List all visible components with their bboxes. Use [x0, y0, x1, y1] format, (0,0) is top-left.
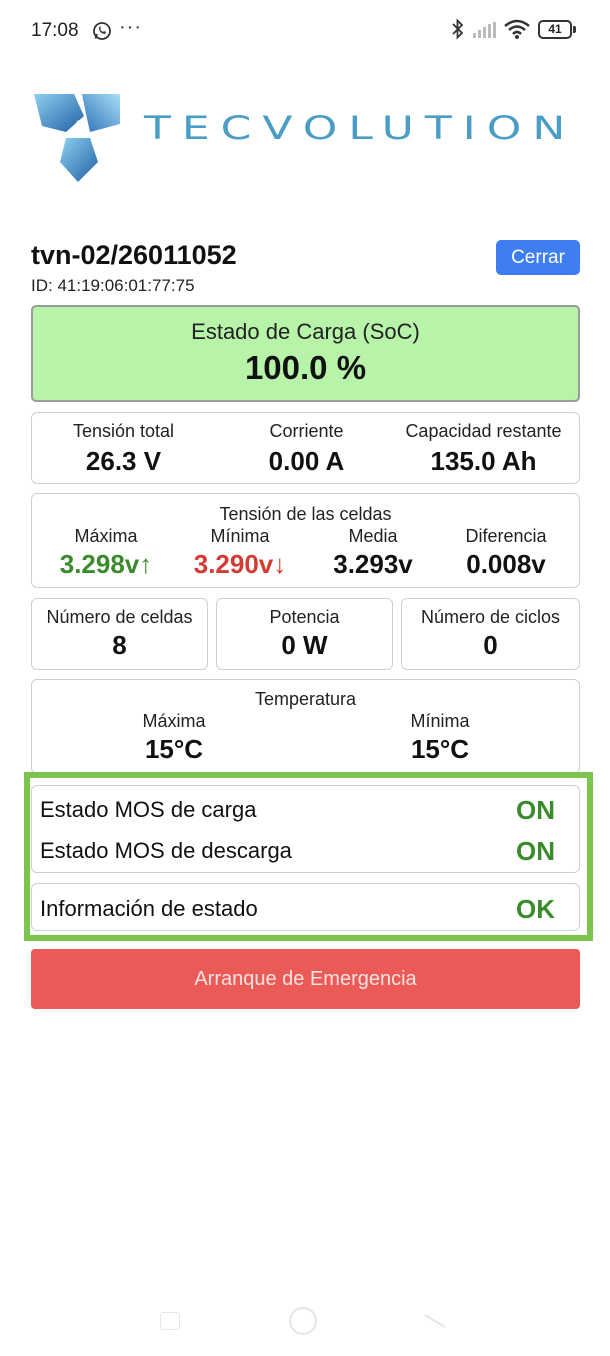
- cell-label: Diferencia: [465, 526, 547, 546]
- cell-max: Máxima 3.298v↑: [32, 526, 180, 580]
- cell-avg: Media 3.293v: [302, 526, 444, 580]
- more-notifications-icon: ···: [119, 16, 142, 38]
- logo-wordmark: TECVOLUTION: [144, 110, 577, 147]
- close-button[interactable]: Cerrar: [496, 240, 580, 275]
- count-value: 0 W: [281, 630, 328, 660]
- wifi-icon: [503, 19, 531, 44]
- cell-value: 3.298v↑: [59, 549, 153, 579]
- count-label: Potencia: [269, 607, 340, 627]
- charge-mos-label: Estado MOS de carga: [40, 797, 257, 822]
- device-name: tvn-02/26011052: [31, 240, 237, 270]
- metric-label: Tensión total: [72, 421, 175, 441]
- status-time: 17:08: [31, 20, 79, 41]
- cell-label: Media: [348, 526, 398, 546]
- cell-value: 0.008v: [466, 549, 546, 579]
- cell-voltage-card: Tensión de las celdas Máxima 3.298v↑ Mín…: [31, 493, 580, 588]
- logo-mark-icon: [34, 94, 120, 182]
- back-icon[interactable]: [423, 1313, 447, 1334]
- power-card: Potencia 0 W: [216, 598, 393, 670]
- metrics-card: Tensión total 26.3 V Corriente 0.00 A Ca…: [31, 412, 580, 484]
- charge-mos-value: ON: [516, 795, 555, 825]
- device-id: ID: 41:19:06:01:77:75: [31, 276, 195, 295]
- temperature-max: Máxima 15°C: [112, 711, 236, 765]
- temperature-value: 15°C: [410, 734, 470, 764]
- count-label: Número de celdas: [46, 607, 193, 627]
- metric-value: 135.0 Ah: [430, 446, 537, 476]
- home-icon[interactable]: [289, 1307, 317, 1335]
- count-value: 8: [112, 630, 127, 660]
- bluetooth-icon: [450, 18, 466, 45]
- cell-min: Mínima 3.290v↓: [180, 526, 300, 580]
- cycle-count: Número de ciclos 0: [402, 607, 579, 661]
- count-label: Número de ciclos: [420, 607, 561, 627]
- power: Potencia 0 W: [217, 607, 392, 661]
- metric-label: Corriente: [269, 421, 344, 441]
- metric-total-voltage: Tensión total 26.3 V: [32, 421, 215, 477]
- soc-card: Estado de Carga (SoC) 100.0 %: [31, 305, 580, 402]
- metric-current: Corriente 0.00 A: [215, 421, 398, 477]
- discharge-mos-label: Estado MOS de descarga: [40, 838, 292, 863]
- soc-label: Estado de Carga (SoC): [191, 319, 420, 344]
- cell-diff: Diferencia 0.008v: [437, 526, 575, 580]
- cell-value: 3.293v: [333, 549, 413, 579]
- cell-voltage-title: Tensión de las celdas: [219, 504, 392, 524]
- count-value: 0: [483, 630, 498, 660]
- whatsapp-icon: [92, 21, 112, 46]
- status-info-value: OK: [516, 894, 555, 924]
- battery-icon: 41: [538, 20, 576, 39]
- recent-apps-icon[interactable]: [160, 1312, 180, 1330]
- tecvolution-logo: TECVOLUTION: [28, 86, 588, 186]
- mos-status-card: Estado MOS de carga ON Estado MOS de des…: [31, 785, 580, 873]
- metric-remaining-capacity: Capacidad restante 135.0 Ah: [392, 421, 575, 477]
- temperature-label: Mínima: [410, 711, 470, 731]
- metric-label: Capacidad restante: [405, 421, 562, 441]
- cycle-count-card: Número de ciclos 0: [401, 598, 580, 670]
- cell-count: Número de celdas 8: [32, 607, 207, 661]
- status-info-label: Información de estado: [40, 896, 258, 921]
- cell-label: Máxima: [74, 526, 138, 546]
- temperature-card: Temperatura Máxima 15°C Mínima 15°C: [31, 679, 580, 774]
- status-bar: 17:08 ··· 41: [0, 0, 610, 62]
- discharge-mos-value: ON: [516, 836, 555, 866]
- cell-count-card: Número de celdas 8: [31, 598, 208, 670]
- cell-value: 3.290v↓: [193, 549, 287, 579]
- cell-label: Mínima: [210, 526, 270, 546]
- emergency-start-button[interactable]: Arranque de Emergencia: [31, 949, 580, 1009]
- temperature-title: Temperatura: [254, 689, 357, 709]
- status-info-card: Información de estado OK: [31, 883, 580, 931]
- metric-value: 0.00 A: [268, 446, 345, 476]
- temperature-min: Mínima 15°C: [378, 711, 502, 765]
- temperature-label: Máxima: [142, 711, 206, 731]
- signal-icon: [473, 22, 499, 43]
- metric-value: 26.3 V: [85, 446, 162, 476]
- temperature-value: 15°C: [144, 734, 204, 764]
- soc-value: 100.0 %: [244, 349, 367, 386]
